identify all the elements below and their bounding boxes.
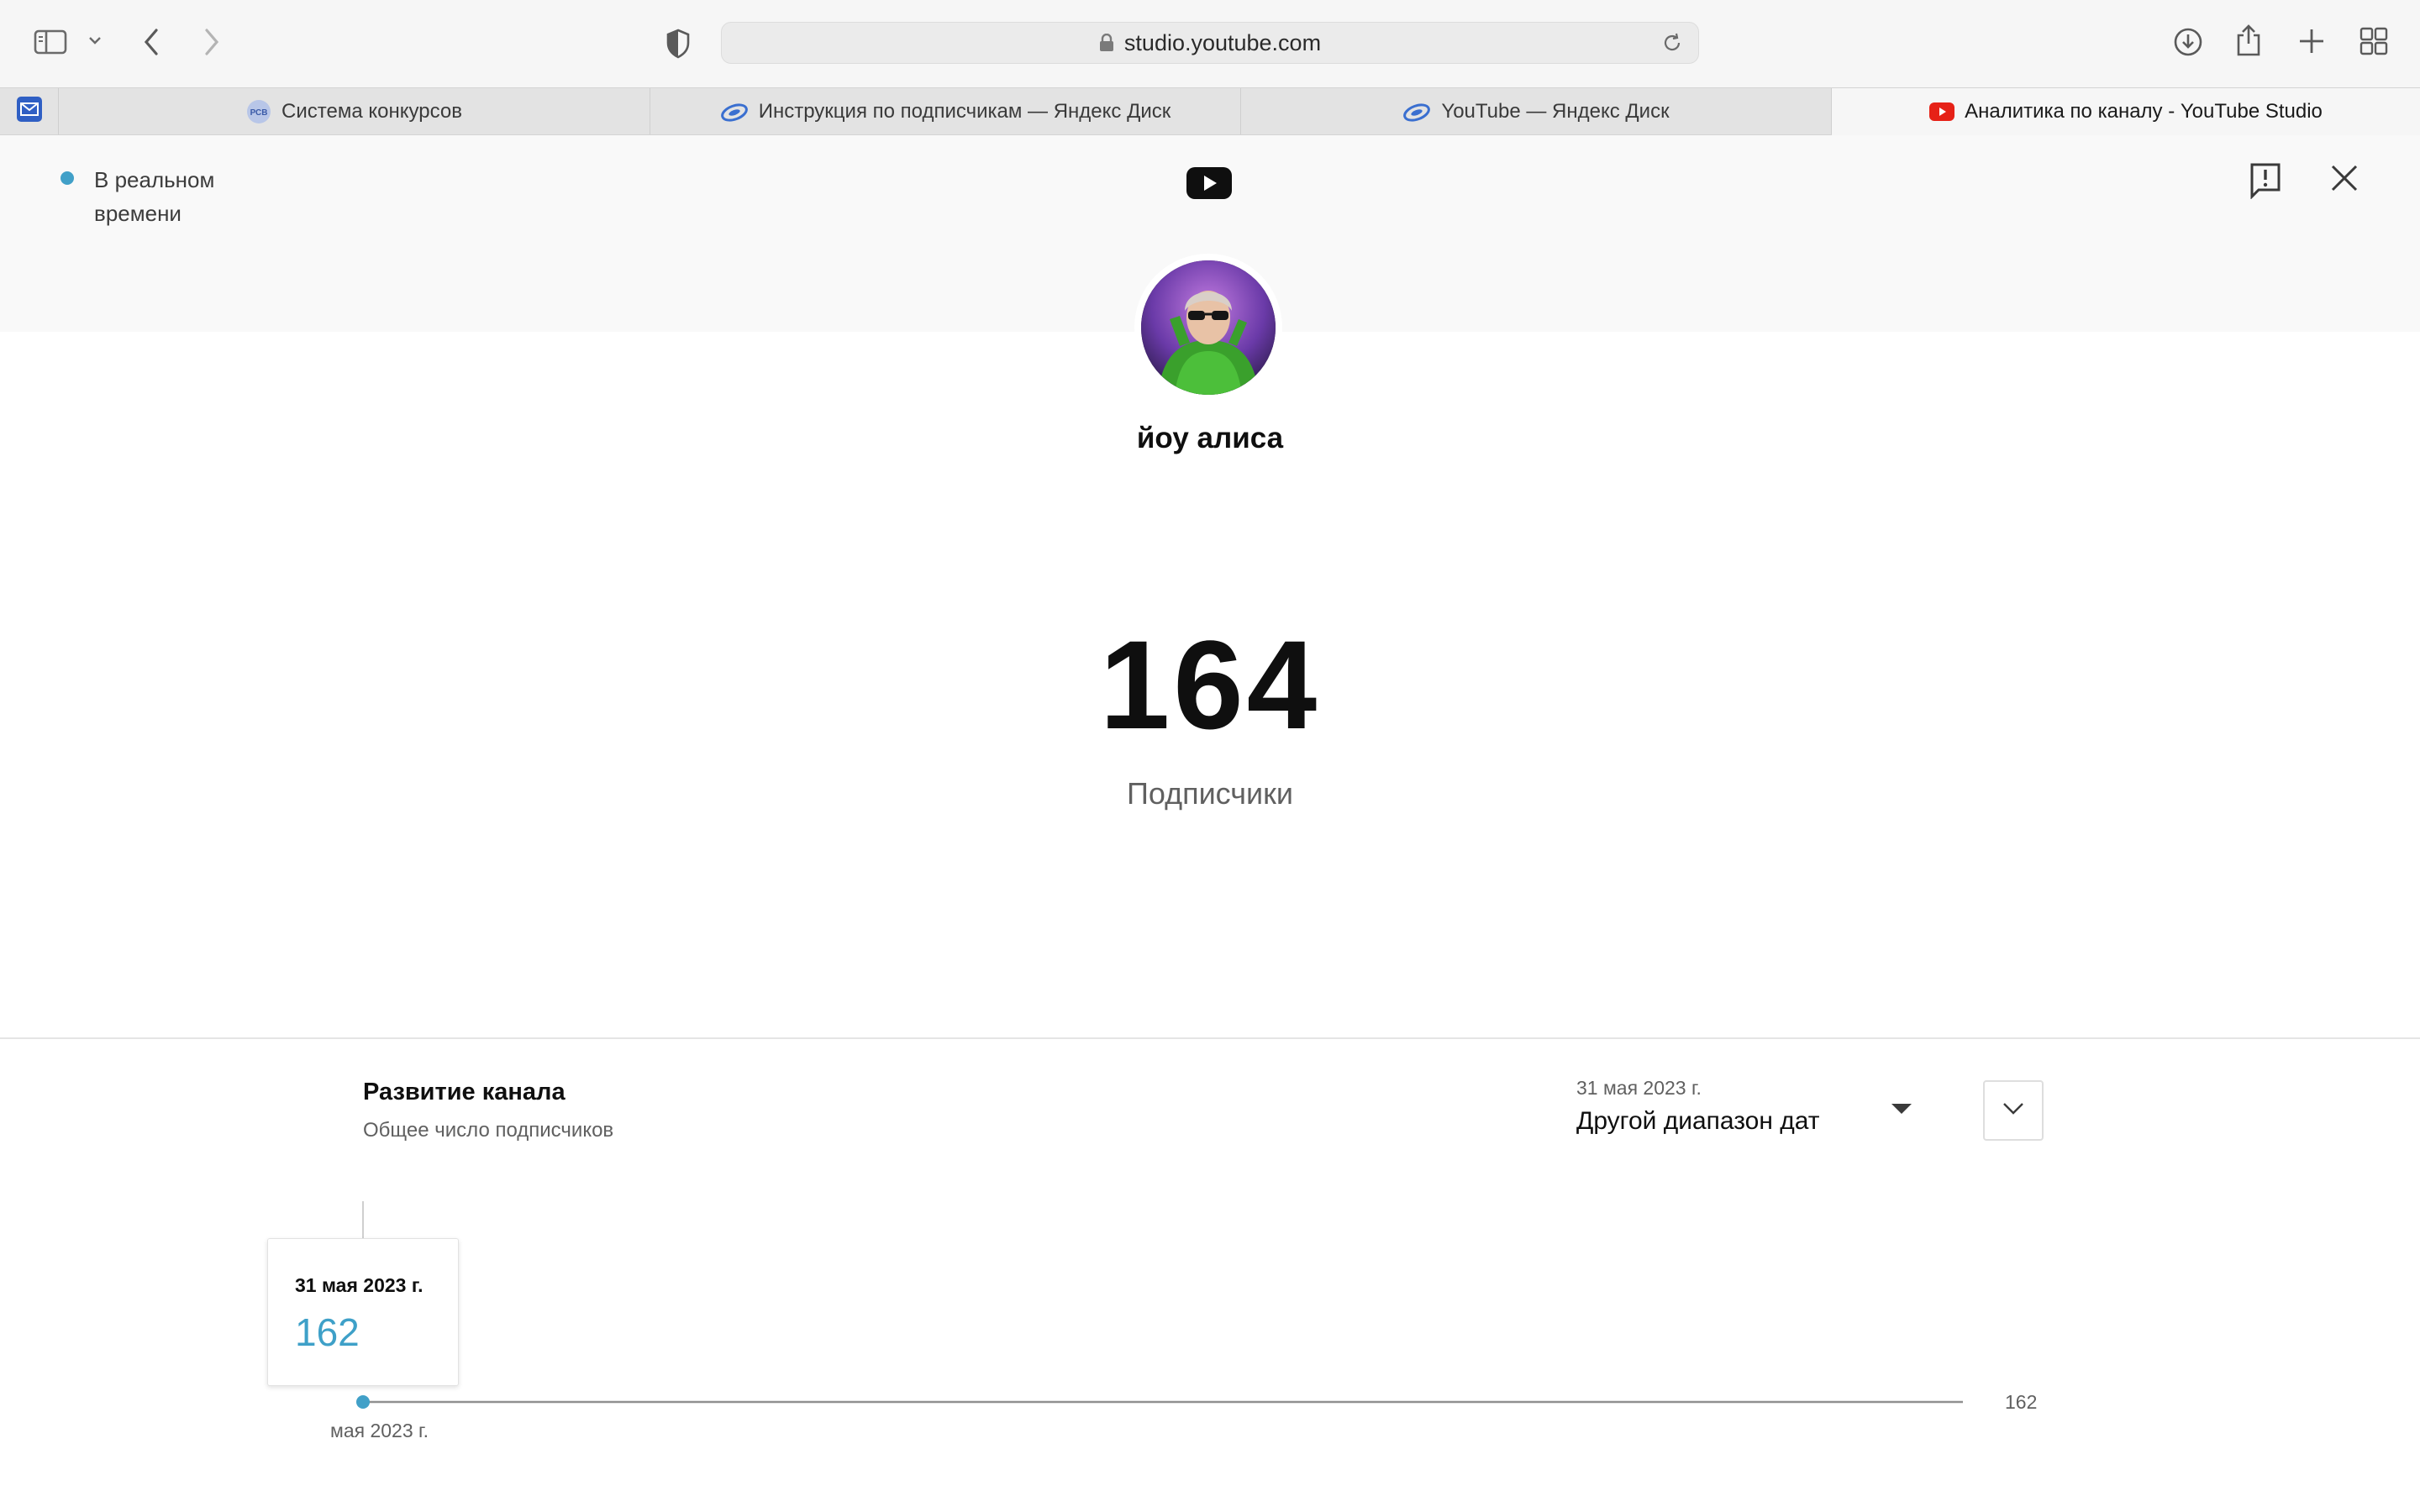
- channel-avatar: [1134, 254, 1282, 402]
- tab-label: Инструкция по подписчикам — Яндекс Диск: [758, 99, 1171, 123]
- x-tick-label: мая 2023 г.: [330, 1420, 429, 1441]
- tab-label: YouTube — Яндекс Диск: [1441, 99, 1670, 123]
- data-point: [356, 1395, 370, 1409]
- pinned-tab-mail[interactable]: [0, 88, 59, 134]
- feedback-icon[interactable]: [2249, 162, 2282, 203]
- dropdown-caret-icon[interactable]: [1891, 1102, 1912, 1120]
- subscriber-count: 164: [1099, 614, 1321, 755]
- browser-toolbar: studio.youtube.com: [0, 0, 2420, 87]
- ccb-favicon-icon: РСВ: [246, 99, 271, 124]
- tab-contest-system[interactable]: РСВ Система конкурсов: [59, 88, 650, 134]
- back-arrow-icon[interactable]: [141, 27, 161, 57]
- expand-button[interactable]: [1983, 1080, 2044, 1141]
- mail-icon: [16, 96, 43, 127]
- tab-overview-icon[interactable]: [2360, 27, 2388, 55]
- address-bar[interactable]: studio.youtube.com: [721, 22, 1699, 64]
- url-text: studio.youtube.com: [1123, 29, 1322, 55]
- downloads-icon[interactable]: [2173, 27, 2203, 57]
- growth-section-subtitle: Общее число подписчиков: [363, 1119, 614, 1142]
- growth-section-title: Развитие канала: [363, 1079, 566, 1105]
- tooltip-value: 162: [295, 1310, 360, 1354]
- lock-icon: [1099, 34, 1114, 52]
- chart-tooltip: 31 мая 2023 г. 162: [267, 1238, 459, 1386]
- date-range-select[interactable]: Другой диапазон дат: [1576, 1107, 1820, 1136]
- svg-text:РСВ: РСВ: [250, 108, 268, 118]
- tab-label: Аналитика по каналу - YouTube Studio: [1965, 100, 2323, 123]
- privacy-shield-icon[interactable]: [666, 29, 691, 59]
- tooltip-date: 31 мая 2023 г.: [295, 1274, 424, 1296]
- share-icon[interactable]: [2235, 24, 2262, 57]
- realtime-status-dot: [60, 171, 74, 185]
- new-tab-plus-icon[interactable]: [2297, 27, 2326, 55]
- tab-label: Система конкурсов: [281, 99, 462, 123]
- sidebar-toggle-icon[interactable]: [34, 29, 67, 55]
- y-tick-label: 162: [2005, 1391, 2037, 1413]
- realtime-label: В реальном времени: [94, 167, 215, 226]
- section-divider: [0, 1037, 2420, 1039]
- tab-subscribers-instructions[interactable]: Инструкция по подписчикам — Яндекс Диск: [650, 88, 1241, 134]
- youtube-favicon-icon: [1929, 102, 1955, 121]
- date-range-date: 31 мая 2023 г.: [1576, 1077, 1702, 1099]
- subscriber-count-label: Подписчики: [1126, 776, 1294, 811]
- tab-bar: РСВ Система конкурсов Инструкция по подп…: [0, 87, 2420, 135]
- reload-icon[interactable]: [1661, 32, 1683, 60]
- yandex-disk-icon: [1402, 101, 1431, 123]
- yandex-disk-icon: [720, 101, 749, 123]
- chevron-down-icon[interactable]: [87, 35, 103, 45]
- tab-youtube-yandex-disk[interactable]: YouTube — Яндекс Диск: [1241, 88, 1832, 134]
- forward-arrow-icon[interactable]: [202, 27, 222, 57]
- chevron-down-icon: [2002, 1101, 2025, 1121]
- close-icon[interactable]: [2329, 163, 2360, 197]
- tab-youtube-studio-analytics[interactable]: Аналитика по каналу - YouTube Studio: [1832, 88, 2420, 135]
- youtube-logo-icon: [1186, 167, 1232, 203]
- channel-name: йоу алиса: [1136, 422, 1284, 454]
